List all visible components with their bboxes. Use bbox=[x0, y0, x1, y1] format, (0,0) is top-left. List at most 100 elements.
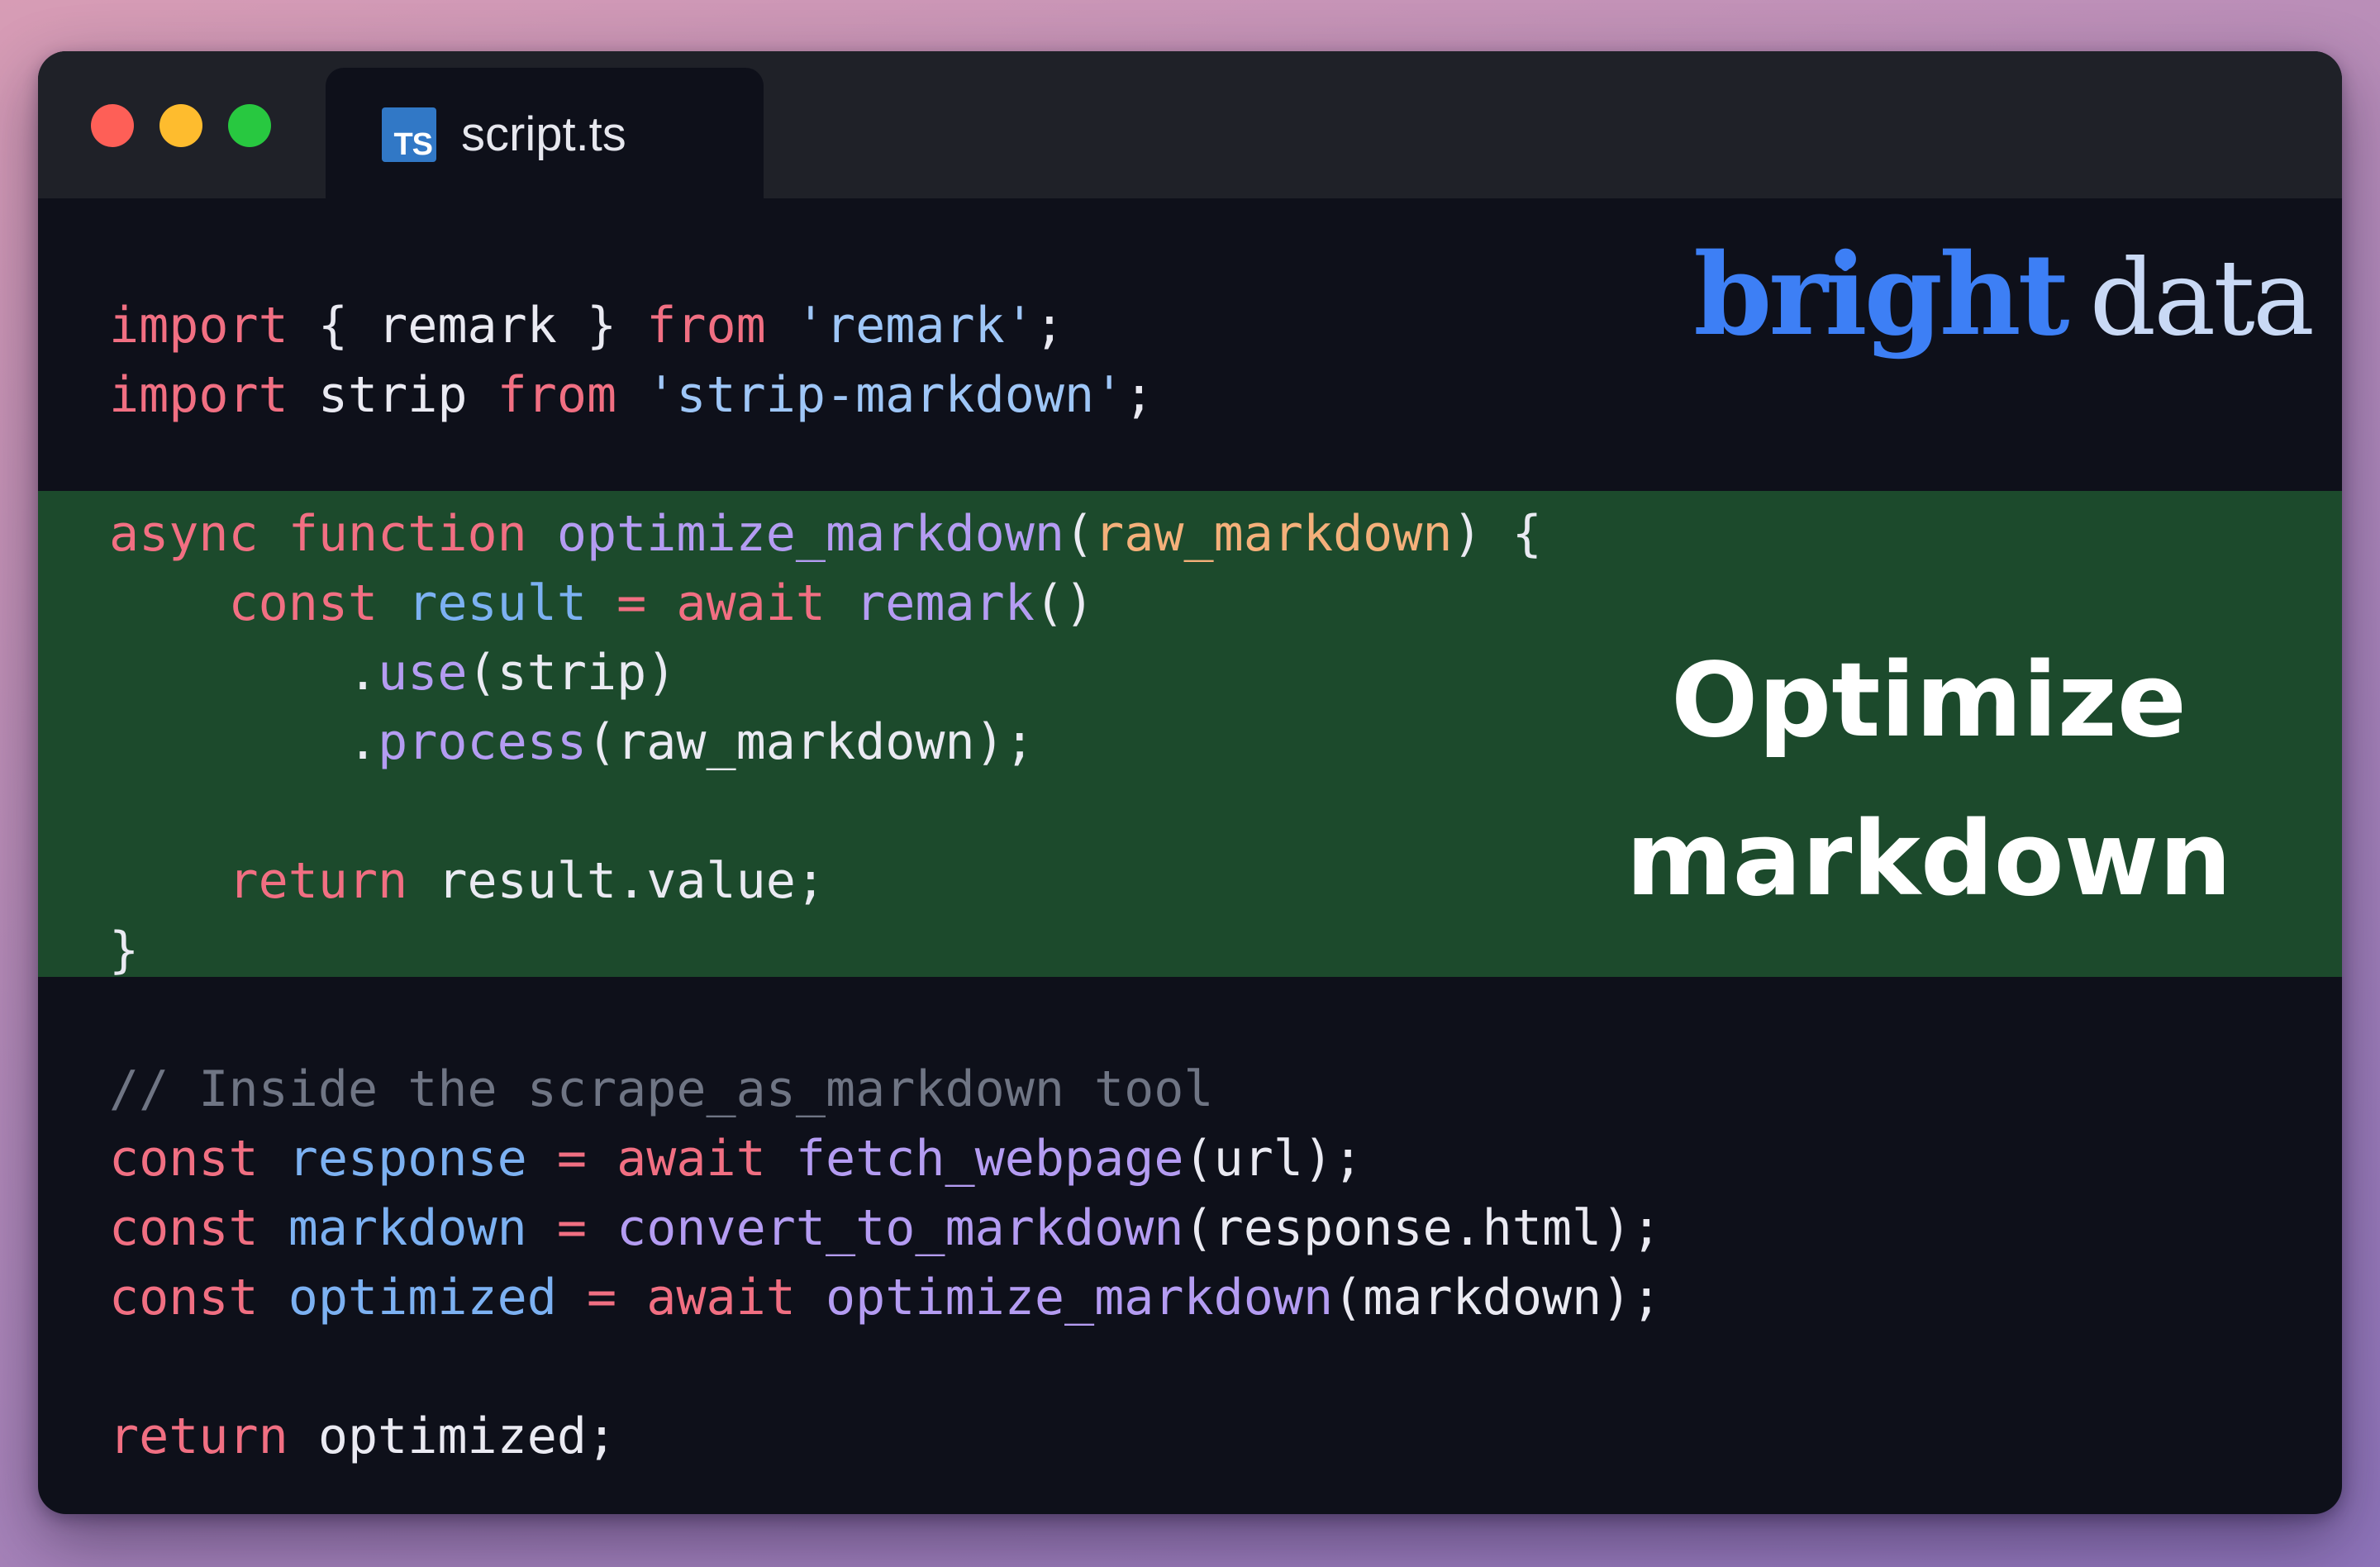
code-token-keyword: const bbox=[109, 1130, 259, 1188]
code-token-plain: result.value; bbox=[407, 852, 826, 910]
code-token-keyword: from bbox=[497, 366, 617, 424]
code-token-keyword: const bbox=[228, 574, 378, 632]
code-token-keyword: = bbox=[556, 1199, 587, 1257]
code-token-keyword: await bbox=[616, 1130, 766, 1188]
code-token-plain: (markdown); bbox=[1333, 1269, 1662, 1326]
typescript-icon-label: TS bbox=[393, 127, 433, 162]
code-token-plain: strip bbox=[288, 366, 497, 424]
code-token-plain: { remark } bbox=[288, 297, 647, 355]
code-token-function: optimize_markdown bbox=[556, 505, 1064, 563]
code-line: const optimized = await optimize_markdow… bbox=[109, 1263, 1661, 1332]
code-token-function: process bbox=[378, 713, 587, 771]
code-token-variable: result bbox=[407, 574, 587, 632]
code-token-variable: optimized bbox=[288, 1269, 557, 1326]
callout-text: Optimize markdown bbox=[1615, 622, 2243, 939]
logo-word-data: data bbox=[2089, 237, 2315, 359]
code-line: // Inside the scrape_as_markdown tool bbox=[109, 1055, 1661, 1124]
flame-icon bbox=[1840, 250, 1852, 271]
code-token-plain: (strip) bbox=[467, 644, 677, 702]
highlighted-code-line: return result.value; bbox=[109, 846, 1661, 916]
bright-data-logo: bright data bbox=[1693, 233, 2315, 360]
code-token-function: use bbox=[378, 644, 468, 702]
code-token-plain: optimized; bbox=[288, 1407, 617, 1465]
code-token-keyword: await bbox=[676, 574, 826, 632]
close-window-button[interactable] bbox=[91, 104, 134, 147]
typescript-file-icon: TS bbox=[382, 107, 436, 162]
code-token-keyword: from bbox=[646, 297, 766, 355]
highlighted-code-line: } bbox=[109, 916, 1661, 985]
minimize-window-button[interactable] bbox=[159, 104, 202, 147]
code-line: return optimized; bbox=[109, 1402, 1661, 1471]
editor-window: TS script.ts import { remark } from 'rem… bbox=[38, 51, 2342, 1514]
code-token-keyword: = bbox=[556, 1130, 587, 1188]
code-token-plain: () bbox=[1034, 574, 1095, 632]
code-token-keyword: const bbox=[109, 1199, 259, 1257]
code-token-plain: (response.html); bbox=[1183, 1199, 1662, 1257]
code-token-plain: ; bbox=[1034, 297, 1064, 355]
callout-line-1: Optimize bbox=[1671, 641, 2187, 760]
code-line: const response = await fetch_webpage(url… bbox=[109, 1124, 1661, 1193]
code-line: const markdown = convert_to_markdown(res… bbox=[109, 1193, 1661, 1263]
highlighted-code-line: .use(strip) bbox=[109, 638, 1661, 707]
code-token-plain: (url); bbox=[1183, 1130, 1364, 1188]
code-token-plain: . bbox=[109, 644, 378, 702]
highlighted-code-line: async function optimize_markdown(raw_mar… bbox=[109, 499, 1661, 569]
code-token-keyword: async bbox=[109, 505, 259, 563]
code-token-plain: ( bbox=[1064, 505, 1095, 563]
code-token-plain: . bbox=[109, 713, 378, 771]
code-token-string: 'remark' bbox=[795, 297, 1035, 355]
maximize-window-button[interactable] bbox=[228, 104, 271, 147]
code-token-keyword: await bbox=[646, 1269, 796, 1326]
code-token-keyword: const bbox=[109, 1269, 259, 1326]
code-token-function: optimize_markdown bbox=[825, 1269, 1334, 1326]
code-token-string: 'strip-markdown' bbox=[646, 366, 1125, 424]
logo-word-bright: bright bbox=[1693, 229, 2069, 361]
code-token-keyword: = bbox=[586, 1269, 617, 1326]
code-token-plain: } bbox=[109, 922, 140, 979]
code-line: import strip from 'strip-markdown'; bbox=[109, 360, 1661, 430]
code-token-keyword: function bbox=[288, 505, 527, 563]
highlighted-code-line: .process(raw_markdown); bbox=[109, 707, 1661, 777]
code-token-param: raw_markdown bbox=[1094, 505, 1453, 563]
code-token-keyword: = bbox=[616, 574, 647, 632]
code-line: import { remark } from 'remark'; bbox=[109, 291, 1661, 360]
code-token-plain: ; bbox=[1124, 366, 1154, 424]
code-token-keyword: import bbox=[109, 297, 288, 355]
code-editor[interactable]: import { remark } from 'remark'; import s… bbox=[109, 291, 1661, 1471]
code-token-keyword: return bbox=[228, 852, 408, 910]
code-token-comment: // Inside the scrape_as_markdown tool bbox=[109, 1060, 1214, 1118]
highlighted-code-line: const result = await remark() bbox=[109, 569, 1661, 638]
code-token-variable: markdown bbox=[288, 1199, 527, 1257]
highlighted-code-line bbox=[109, 777, 1661, 846]
code-token-plain: (raw_markdown); bbox=[586, 713, 1035, 771]
code-token-variable: response bbox=[288, 1130, 527, 1188]
code-token-plain: ) { bbox=[1452, 505, 1542, 563]
code-token-function: fetch_webpage bbox=[795, 1130, 1184, 1188]
code-token-keyword: return bbox=[109, 1407, 288, 1465]
tab-filename[interactable]: script.ts bbox=[461, 106, 626, 164]
code-token-function: convert_to_markdown bbox=[616, 1199, 1184, 1257]
